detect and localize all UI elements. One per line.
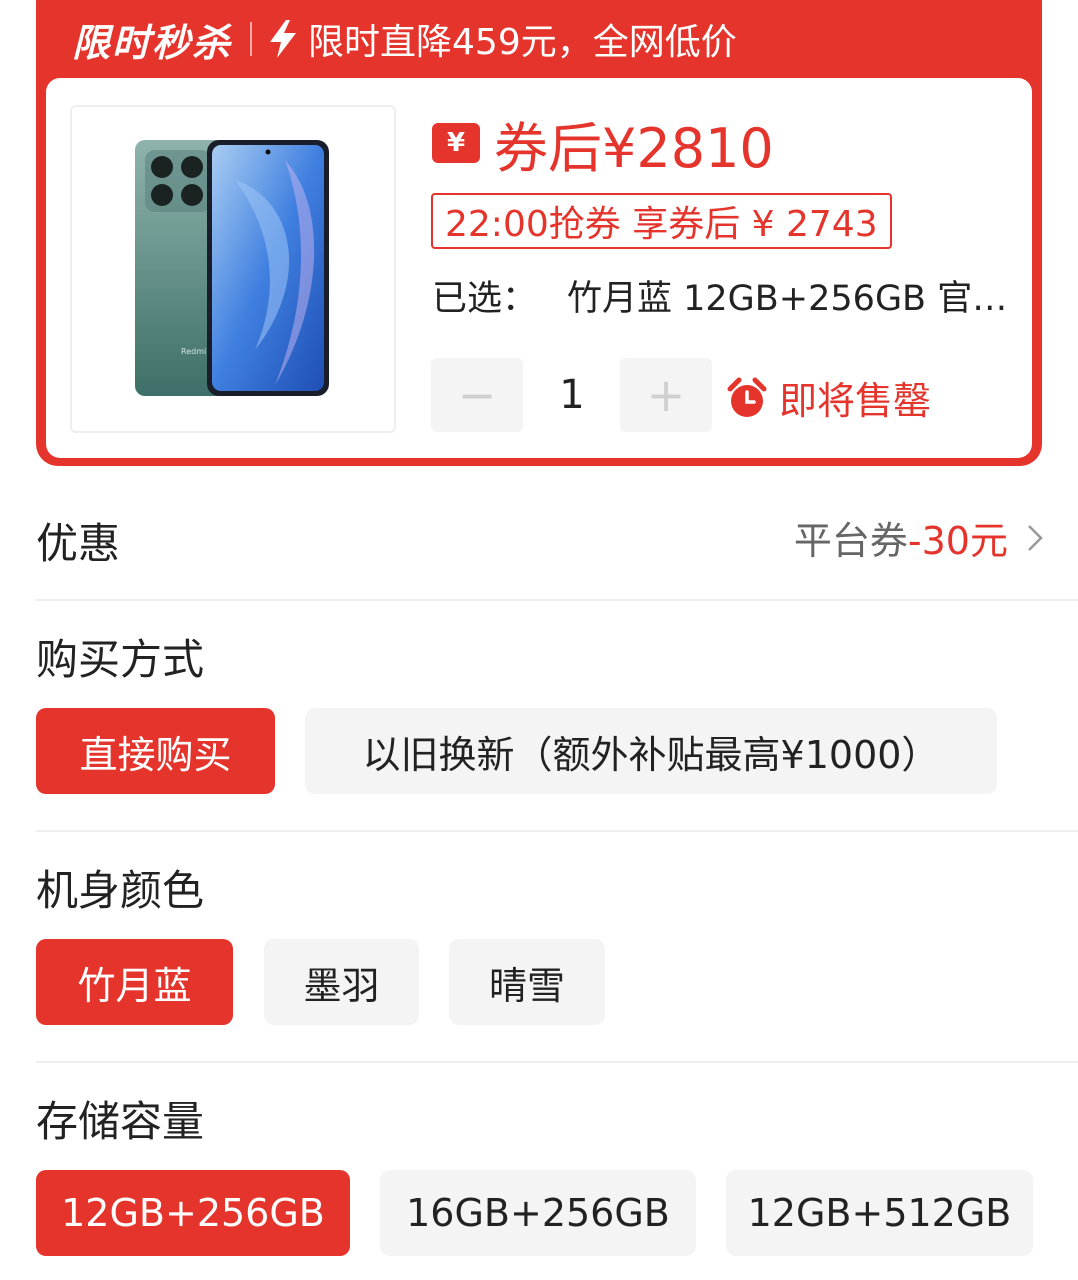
- color-option-black[interactable]: 墨羽: [264, 939, 419, 1025]
- storage-option-16-256[interactable]: 16GB+256GB: [380, 1170, 696, 1256]
- phone-brand: Redmi: [181, 347, 206, 356]
- flash-sale-text: 限时直降459元，全网低价: [308, 22, 737, 63]
- divider: [36, 599, 1078, 601]
- sellout-text: 即将售罄: [779, 379, 932, 423]
- storage-label: 存储容量: [36, 1097, 205, 1146]
- option-trade-in[interactable]: 以旧换新（额外补贴最高¥1000）: [305, 708, 997, 794]
- divider: [250, 22, 253, 56]
- coupon-price: 券后¥2810: [494, 116, 774, 180]
- divider: [36, 830, 1078, 832]
- chevron-right-icon: [1028, 524, 1043, 551]
- flash-sale-tag: 限时秒杀: [72, 20, 233, 65]
- body-color-label: 机身颜色: [36, 866, 205, 915]
- option-direct-buy[interactable]: 直接购买: [36, 708, 275, 794]
- selected-label: 已选：: [432, 279, 538, 319]
- coupon-yen-icon: ¥: [432, 123, 480, 163]
- divider: [36, 1061, 1078, 1063]
- coupon-offer-badge[interactable]: 22:00抢券 享券后 ¥ 2743: [431, 193, 892, 249]
- flash-sale-header: 限时秒杀 限时直降459元，全网低价: [36, 0, 1042, 78]
- phone-image: Redmi: [135, 140, 329, 396]
- color-option-bamboo-blue[interactable]: 竹月蓝: [36, 939, 233, 1025]
- color-option-white[interactable]: 晴雪: [449, 939, 605, 1025]
- coupon-price-row: ¥ 券后¥2810: [432, 112, 774, 180]
- alarm-clock-icon: [727, 377, 767, 417]
- storage-option-12-512[interactable]: 12GB+512GB: [726, 1170, 1033, 1256]
- platform-coupon-link[interactable]: 平台券 -30元: [794, 510, 1044, 565]
- quantity-increase-button[interactable]: +: [620, 358, 712, 432]
- quantity-value: 1: [559, 372, 585, 418]
- lightning-icon: [270, 20, 297, 58]
- promo-value-amount: -30元: [907, 519, 1008, 563]
- selected-spec[interactable]: 已选： 竹月蓝 12GB+256GB 官…: [432, 270, 1012, 321]
- selected-value: 竹月蓝 12GB+256GB 官…: [567, 279, 1008, 319]
- quantity-decrease-button[interactable]: −: [431, 358, 523, 432]
- purchase-method-label: 购买方式: [36, 635, 205, 684]
- promo-value-prefix: 平台券: [793, 519, 908, 563]
- sellout-notice: 即将售罄: [727, 370, 931, 425]
- promo-label: 优惠: [36, 519, 121, 568]
- storage-option-12-256[interactable]: 12GB+256GB: [36, 1170, 350, 1256]
